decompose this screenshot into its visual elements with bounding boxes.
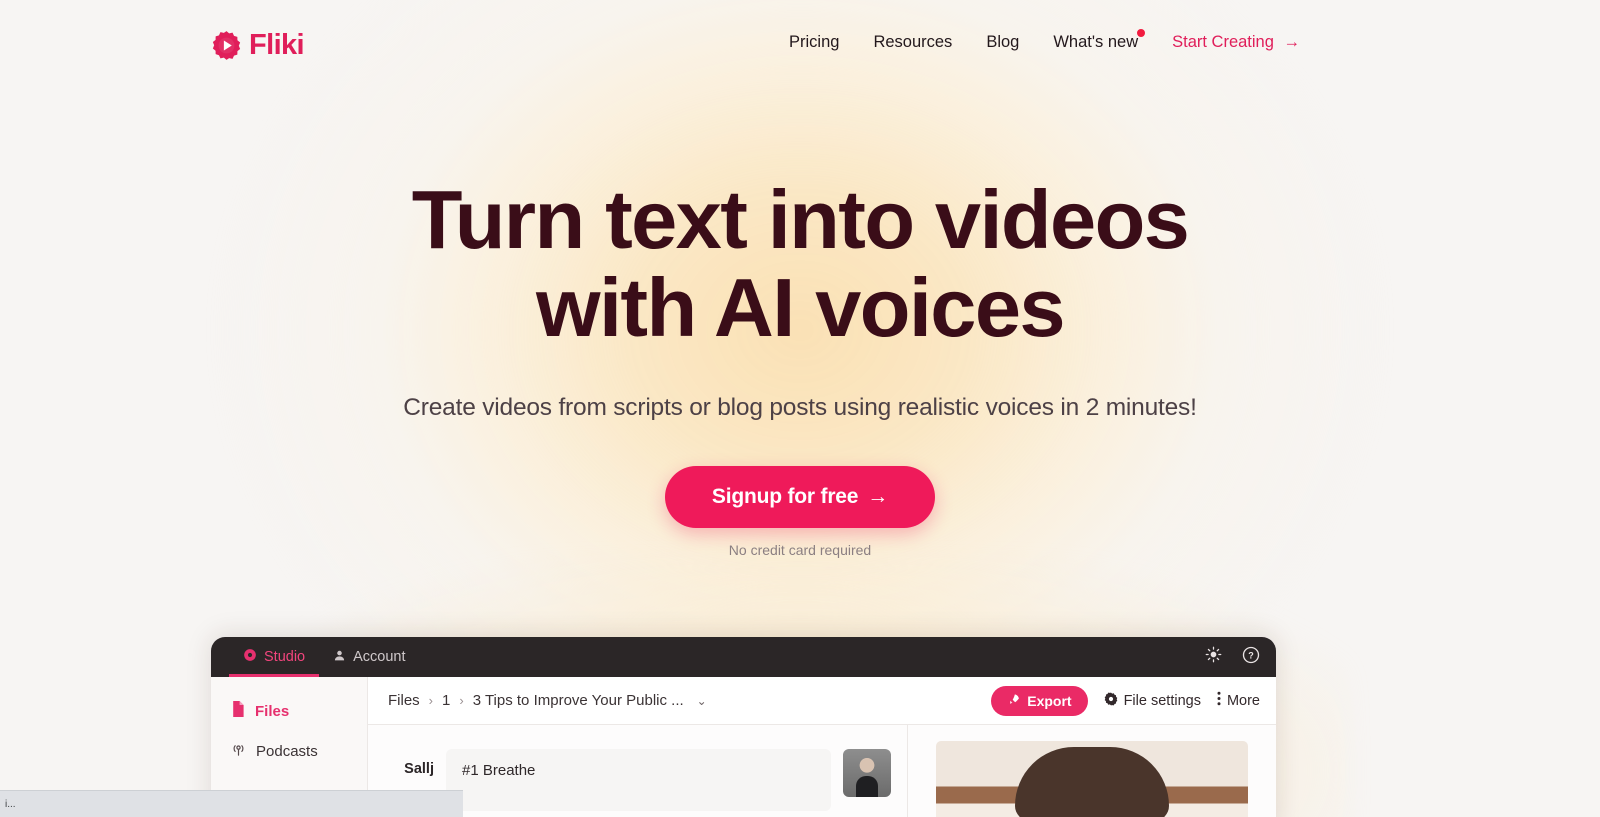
scene-thumbnail[interactable] (843, 749, 891, 797)
nav-item-pricing[interactable]: Pricing (772, 33, 856, 52)
app-canvas: Sallj #1 Breathe (368, 725, 1276, 817)
whats-new-notification-dot (1137, 29, 1146, 37)
breadcrumb-folder[interactable]: 1 (442, 692, 450, 709)
headline-line-2: with AI voices (535, 260, 1066, 354)
app-tab-studio[interactable]: Studio (229, 637, 320, 677)
export-button-label: Export (1027, 692, 1072, 709)
fliki-logo[interactable]: Fliki (211, 29, 305, 61)
script-input[interactable]: #1 Breathe (446, 749, 831, 811)
nav-item-blog[interactable]: Blog (969, 33, 1036, 52)
preview-brow-right (1074, 811, 1112, 817)
file-settings-button[interactable]: File settings (1104, 692, 1201, 710)
cta-note: No credit card required (728, 541, 872, 558)
arrow-right-icon: → (867, 484, 889, 508)
person-icon (333, 649, 346, 666)
hero-section: Turn text into videos with AI voices Cre… (0, 92, 1600, 558)
app-topbar: Studio Account ? (211, 637, 1276, 677)
sidebar-item-files-label: Files (255, 702, 290, 720)
preview-brow-left (1020, 811, 1058, 817)
sun-icon[interactable] (1205, 646, 1222, 668)
svg-text:?: ? (1248, 650, 1254, 660)
signup-for-free-button[interactable]: Signup for free → (664, 465, 936, 528)
app-tab-studio-label: Studio (264, 649, 306, 665)
app-breadcrumb-bar: Files › 1 › 3 Tips to Improve Your Publi… (368, 677, 1276, 725)
sidebar-item-files[interactable]: Files (211, 691, 367, 731)
sidebar-item-podcasts[interactable]: Podcasts (211, 731, 367, 771)
app-file-actions: Export File settings More (991, 685, 1260, 716)
breadcrumb-separator-icon: › (428, 693, 434, 708)
chevron-down-icon[interactable]: ⌄ (697, 694, 707, 708)
more-button[interactable]: More (1217, 691, 1260, 710)
file-settings-label: File settings (1123, 692, 1201, 709)
video-preview-panel (908, 725, 1276, 817)
hero-subtitle: Create videos from scripts or blog posts… (403, 393, 1197, 421)
headline-line-1: Turn text into videos (411, 173, 1190, 266)
video-preview[interactable] (936, 741, 1248, 817)
app-main: Files › 1 › 3 Tips to Improve Your Publi… (368, 677, 1276, 817)
breadcrumb-separator-icon: › (459, 693, 464, 708)
app-tab-account[interactable]: Account (319, 637, 419, 677)
studio-icon (243, 648, 257, 666)
breadcrumb-file[interactable]: 3 Tips to Improve Your Public ... (473, 692, 684, 709)
breadcrumb-root[interactable]: Files (388, 692, 420, 709)
nav-item-whats-new[interactable]: What's new (1036, 29, 1155, 52)
main-nav: Pricing Resources Blog What's new Start … (772, 29, 1300, 52)
help-icon[interactable]: ? (1242, 646, 1260, 669)
site-header: Fliki Pricing Resources Blog What's new … (0, 0, 1600, 92)
speaker-name: Sallj (404, 761, 434, 777)
signup-button-label: Signup for free (711, 484, 859, 508)
fliki-wordmark: Fliki (249, 29, 305, 61)
sidebar-item-podcasts-label: Podcasts (256, 742, 318, 760)
podcast-icon (231, 742, 246, 761)
arrow-right-icon: → (1283, 33, 1301, 51)
nav-item-resources[interactable]: Resources (856, 33, 969, 52)
kebab-icon (1217, 691, 1221, 710)
more-label: More (1226, 692, 1260, 709)
rocket-icon (1007, 693, 1020, 709)
gear-icon (1104, 692, 1118, 710)
preview-hair (1015, 747, 1169, 817)
page-root: Fliki Pricing Resources Blog What's new … (0, 0, 1600, 817)
status-bar-text: i... (5, 798, 16, 810)
app-tab-account-label: Account (353, 649, 406, 665)
file-icon (231, 701, 245, 721)
breadcrumb: Files › 1 › 3 Tips to Improve Your Publi… (388, 692, 707, 709)
nav-item-start-creating[interactable]: Start Creating → (1155, 33, 1300, 52)
page-title: Turn text into videos with AI voices (0, 176, 1600, 352)
nav-item-start-creating-label: Start Creating (1172, 33, 1274, 51)
fliki-gear-play-icon (211, 30, 242, 61)
nav-item-whats-new-label: What's new (1053, 33, 1139, 51)
app-topbar-actions: ? (1205, 637, 1260, 677)
browser-status-bar: i... (0, 790, 463, 817)
export-button[interactable]: Export (991, 685, 1088, 716)
